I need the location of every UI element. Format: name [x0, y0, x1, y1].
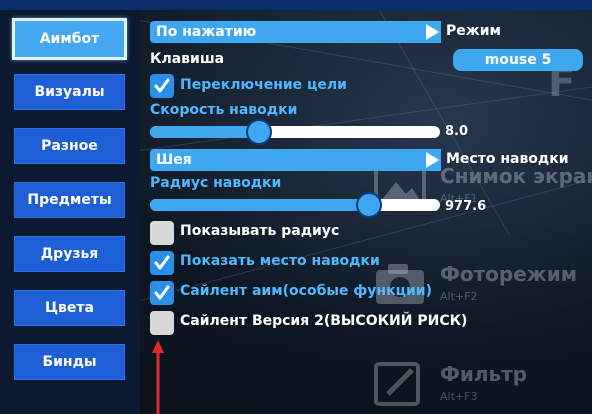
show-aim-point-label: Показать место наводки — [180, 253, 380, 269]
slider-handle[interactable] — [246, 119, 272, 145]
key-label: Клавиша — [150, 51, 225, 67]
trigger-mode-dropdown[interactable]: По нажатию — [150, 21, 441, 43]
play-triangle-icon — [426, 152, 439, 168]
slider-handle[interactable] — [356, 192, 382, 218]
nav-binds-button[interactable]: Бинды — [14, 344, 125, 380]
slider-fill — [150, 126, 260, 138]
checkmark-icon — [154, 285, 170, 300]
silent-v2-label: Сайлент Версия 2(ВЫСОКИЙ РИСК) — [180, 313, 468, 329]
aim-point-dropdown[interactable]: Шея — [150, 149, 441, 171]
aim-speed-value: 8.0 — [445, 124, 469, 139]
overlay-filter[interactable]: Фильтр Alt+F3 — [372, 358, 592, 414]
overlay-shortcut: Alt+F3 — [440, 390, 478, 403]
slider-fill — [150, 199, 370, 211]
show-aim-point-checkbox[interactable] — [150, 251, 174, 275]
checkmark-icon — [154, 78, 170, 93]
red-arrow-icon — [152, 340, 164, 414]
play-triangle-icon — [426, 24, 439, 40]
aim-speed-slider[interactable] — [150, 119, 440, 145]
trigger-mode-label: Режим — [446, 23, 501, 39]
aim-point-label: Место наводки — [446, 151, 569, 167]
target-switch-label: Переключение цели — [180, 77, 347, 93]
overlay-title: Фильтр — [440, 362, 528, 386]
aim-point-value: Шея — [156, 152, 192, 168]
silent-aim-label: Сайлент аим(особые функции) — [180, 283, 432, 299]
silent-aim-checkbox[interactable] — [150, 281, 174, 305]
aim-speed-label: Скорость наводки — [150, 102, 298, 118]
nav-colors-button[interactable]: Цвета — [14, 290, 125, 326]
nav-visuals-button[interactable]: Визуалы — [14, 74, 125, 110]
aim-radius-label: Радиус наводки — [150, 175, 282, 191]
checkmark-icon — [154, 255, 170, 270]
nav-misc-button[interactable]: Разное — [14, 128, 125, 164]
show-radius-label: Показывать радиус — [180, 223, 340, 239]
top-bar — [0, 0, 592, 10]
silent-v2-checkbox[interactable] — [150, 311, 174, 335]
aim-radius-slider[interactable] — [150, 192, 440, 218]
trigger-mode-value: По нажатию — [156, 24, 257, 40]
show-radius-checkbox[interactable] — [150, 221, 174, 245]
overlay-shortcut: Alt+F2 — [440, 290, 478, 303]
overlay-title: Снимок экрана — [440, 164, 592, 188]
aim-radius-value: 977.6 — [445, 199, 487, 214]
edit-icon — [374, 362, 420, 406]
nav-items-button[interactable]: Предметы — [14, 182, 125, 218]
keybind-button[interactable]: mouse 5 — [453, 49, 583, 71]
overlay-title: Фоторежим — [440, 262, 578, 286]
nav-aimbot-button[interactable]: Аимбот — [12, 18, 127, 60]
nav-friends-button[interactable]: Друзья — [14, 236, 125, 272]
target-switch-checkbox[interactable] — [150, 74, 174, 98]
